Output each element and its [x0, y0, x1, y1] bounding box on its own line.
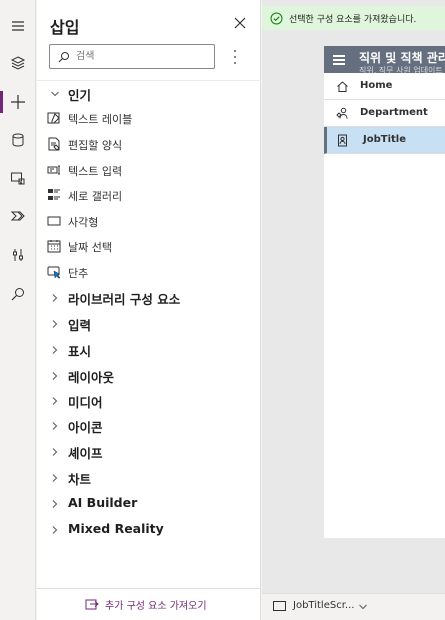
screen-icon	[273, 601, 286, 611]
data-cylinder-icon[interactable]	[0, 122, 36, 158]
screen-title: 직위 및 직책 관리	[359, 51, 445, 65]
insert-item-edit-form[interactable]: 편집할 양식	[37, 133, 261, 155]
chevron-right-icon	[52, 422, 58, 430]
insert-item-label: 세로 갤러리	[68, 190, 123, 203]
get-more-components-label: 추가 구성 요소 가져오기	[105, 601, 207, 612]
nav-item-label: Department	[360, 107, 428, 118]
screen-header: 직위 및 직책 관리 직위, 직무 사원 업데이트	[324, 46, 445, 73]
search-icon	[58, 52, 69, 63]
chevron-right-icon	[52, 448, 58, 456]
divider	[37, 588, 261, 589]
current-screen-name[interactable]: JobTitleScr...	[293, 600, 354, 611]
left-nav-rail	[0, 0, 36, 620]
chevron-right-icon	[52, 526, 58, 534]
category-input[interactable]: 입력	[37, 313, 261, 335]
advanced-tools-icon[interactable]	[0, 237, 36, 273]
success-notification: 선택한 구성 요소를 가져왔습니다.	[262, 6, 445, 30]
get-more-components-button[interactable]: 추가 구성 요소 가져오기	[85, 597, 207, 612]
nav-item-department[interactable]: Department	[324, 100, 445, 127]
home-icon	[337, 81, 348, 92]
chevron-down-icon	[51, 91, 59, 97]
category-ai-builder[interactable]: AI Builder	[37, 493, 261, 515]
category-media[interactable]: 미디어	[37, 390, 261, 412]
insert-plus-icon[interactable]	[0, 84, 36, 120]
insert-item-label: 텍스트 입력	[68, 165, 123, 178]
category-display[interactable]: 표시	[37, 339, 261, 361]
category-label: 입력	[68, 318, 92, 333]
category-label: 셰이프	[68, 446, 103, 461]
insert-item-text-input[interactable]: 텍스트 입력	[37, 159, 261, 181]
vertical-gallery-icon	[48, 189, 60, 200]
category-label: 인기	[68, 88, 92, 103]
category-charts[interactable]: 차트	[37, 467, 261, 489]
screen-subtitle: 직위, 직무 사원 업데이트	[359, 66, 443, 73]
category-popular[interactable]: 인기	[37, 83, 261, 105]
category-layout[interactable]: 레이아웃	[37, 365, 261, 387]
department-icon	[336, 107, 348, 119]
category-label: 라이브러리 구성 요소	[68, 292, 181, 307]
divider	[37, 80, 261, 81]
jobtitle-icon	[338, 134, 347, 147]
power-automate-icon[interactable]	[0, 198, 36, 234]
category-shapes[interactable]: 셰이프	[37, 441, 261, 463]
close-icon[interactable]	[233, 16, 247, 30]
search-input[interactable]	[76, 47, 210, 66]
rectangle-icon	[47, 216, 61, 226]
text-input-icon	[47, 165, 60, 175]
hamburger-menu-icon[interactable]	[0, 8, 36, 44]
hamburger-menu-icon[interactable]	[333, 55, 345, 65]
chevron-down-icon[interactable]	[358, 602, 368, 612]
insert-item-date-picker[interactable]: 날짜 선택	[37, 235, 261, 257]
nav-item-label: JobTitle	[363, 134, 406, 145]
media-icon[interactable]	[0, 160, 36, 196]
screen-selector-bar: JobTitleScr...	[262, 593, 445, 620]
chevron-right-icon	[52, 294, 58, 302]
category-label: 표시	[68, 344, 92, 359]
insert-item-label: 날짜 선택	[68, 241, 112, 254]
insert-item-rectangle[interactable]: 사각형	[37, 210, 261, 232]
insert-item-vertical-gallery[interactable]: 세로 갤러리	[37, 184, 261, 206]
insert-item-label: 단추	[68, 267, 89, 280]
nav-item-home[interactable]: Home	[324, 73, 445, 100]
date-picker-icon	[47, 240, 61, 253]
edit-form-icon	[48, 137, 60, 151]
notification-message: 선택한 구성 요소를 가져왔습니다.	[289, 14, 417, 25]
insert-item-button[interactable]: 단추	[37, 261, 261, 283]
panel-title: 삽입	[50, 18, 80, 37]
chevron-right-icon	[52, 500, 58, 508]
nav-item-label: Home	[360, 80, 393, 91]
insert-panel: 삽입 인기 텍스트 레이블 편집할 양식 텍스트 입력 세로 갤러리 사각형 날…	[37, 0, 261, 620]
chevron-right-icon	[52, 474, 58, 482]
category-label: 차트	[68, 472, 92, 487]
button-icon	[47, 266, 61, 279]
category-library-components[interactable]: 라이브러리 구성 요소	[37, 287, 261, 309]
category-label: 아이콘	[68, 420, 103, 435]
category-label: 미디어	[68, 395, 103, 410]
insert-item-label: 편집할 양식	[68, 139, 123, 152]
search-icon[interactable]	[0, 276, 36, 312]
checkmark-circle-icon	[270, 12, 283, 24]
app-screen-preview[interactable]: 직위 및 직책 관리 직위, 직무 사원 업데이트 Home Departmen…	[324, 46, 445, 538]
insert-item-label: 사각형	[68, 216, 99, 229]
layers-icon[interactable]	[0, 45, 36, 81]
nav-item-jobtitle[interactable]: JobTitle	[324, 127, 445, 154]
category-label: Mixed Reality	[68, 521, 164, 536]
insert-item-text-label[interactable]: 텍스트 레이블	[37, 107, 261, 129]
insert-item-label: 텍스트 레이블	[68, 113, 133, 126]
import-components-icon	[85, 599, 99, 609]
more-options-icon[interactable]	[229, 48, 241, 66]
chevron-right-icon	[52, 346, 58, 354]
category-label: AI Builder	[68, 495, 138, 510]
chevron-right-icon	[52, 320, 58, 328]
chevron-right-icon	[52, 397, 58, 405]
category-mixed-reality[interactable]: Mixed Reality	[37, 519, 261, 541]
text-label-icon	[47, 112, 60, 124]
search-field[interactable]	[49, 44, 215, 69]
category-label: 레이아웃	[68, 370, 115, 385]
chevron-right-icon	[52, 372, 58, 380]
category-icons[interactable]: 아이콘	[37, 415, 261, 437]
